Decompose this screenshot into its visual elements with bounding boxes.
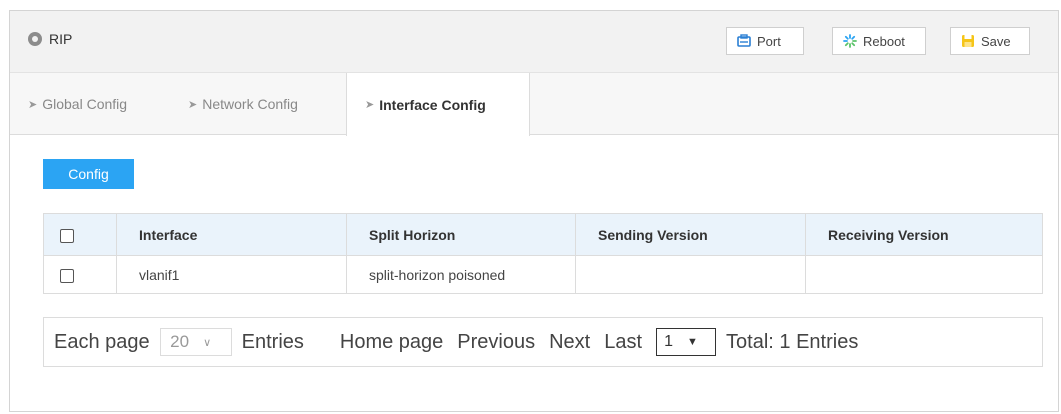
cell-interface: vlanif1 [116, 255, 347, 294]
column-header-receiving-version[interactable]: Receiving Version [805, 213, 1043, 256]
page-size-select[interactable]: 20 ∨ [159, 328, 232, 356]
last-link[interactable]: Last [604, 331, 642, 354]
chevron-right-icon: ➤ [365, 99, 375, 111]
port-icon [737, 34, 751, 47]
select-all-checkbox[interactable] [60, 228, 74, 243]
save-button-label: Save [981, 33, 1011, 49]
tab-global-config[interactable]: ➤ Global Config [28, 73, 127, 135]
tab-interface-config[interactable]: ➤ Interface Config [346, 73, 530, 136]
total-entries: Total: 1 Entries [726, 330, 859, 353]
chevron-right-icon: ➤ [188, 98, 198, 111]
panel-title: RIP [28, 31, 72, 47]
reboot-button[interactable]: Reboot [832, 27, 926, 55]
tab-network-config[interactable]: ➤ Network Config [188, 73, 298, 135]
chevron-down-icon: ▼ [687, 336, 698, 348]
panel-title-text: RIP [49, 31, 73, 47]
rip-panel: RIP Port Reboot Save ➤ Global Config ➤ N… [9, 10, 1059, 412]
port-button[interactable]: Port [726, 27, 804, 55]
table-row[interactable]: vlanif1 split-horizon poisoned [43, 255, 1043, 294]
table-header-row: Interface Split Horizon Sending Version … [43, 213, 1043, 256]
column-header-sending-version[interactable]: Sending Version [575, 213, 806, 256]
select-all-cell [43, 213, 117, 256]
cell-sending-version [575, 255, 806, 294]
panel-header: RIP Port Reboot Save [10, 11, 1058, 73]
current-page-value: 1 [664, 333, 674, 350]
row-checkbox[interactable] [60, 268, 74, 283]
save-icon [962, 35, 974, 47]
row-checkbox-cell [43, 255, 117, 294]
save-button[interactable]: Save [950, 27, 1030, 55]
previous-link[interactable]: Previous [457, 331, 535, 354]
home-page-link[interactable]: Home page [340, 331, 443, 354]
next-link[interactable]: Next [549, 331, 590, 354]
chevron-down-icon: ∨ [203, 336, 212, 349]
each-page-label: Each page [54, 330, 150, 353]
tab-label: Network Config [202, 96, 298, 112]
page-number-select[interactable]: 1 ▼ [656, 328, 717, 356]
tab-label: Interface Config [379, 96, 486, 113]
tab-label: Global Config [42, 96, 128, 112]
page-size-value: 20 [170, 332, 190, 351]
pagination: Each page 20 ∨ Entries Home page Previou… [43, 317, 1043, 367]
column-header-split-horizon[interactable]: Split Horizon [346, 213, 576, 256]
interface-table: Interface Split Horizon Sending Version … [43, 213, 1043, 294]
reboot-button-label: Reboot [863, 33, 905, 49]
reboot-icon [843, 34, 857, 48]
cell-receiving-version [805, 255, 1043, 294]
cell-split-horizon: split-horizon poisoned [346, 255, 576, 294]
chevron-right-icon: ➤ [28, 98, 38, 111]
config-tabs: ➤ Global Config ➤ Network Config ➤ Inter… [10, 73, 1058, 136]
entries-label: Entries [241, 330, 304, 353]
port-button-label: Port [757, 33, 781, 49]
circle-icon [28, 32, 42, 46]
config-button[interactable]: Config [43, 159, 134, 189]
column-header-interface[interactable]: Interface [116, 213, 347, 256]
